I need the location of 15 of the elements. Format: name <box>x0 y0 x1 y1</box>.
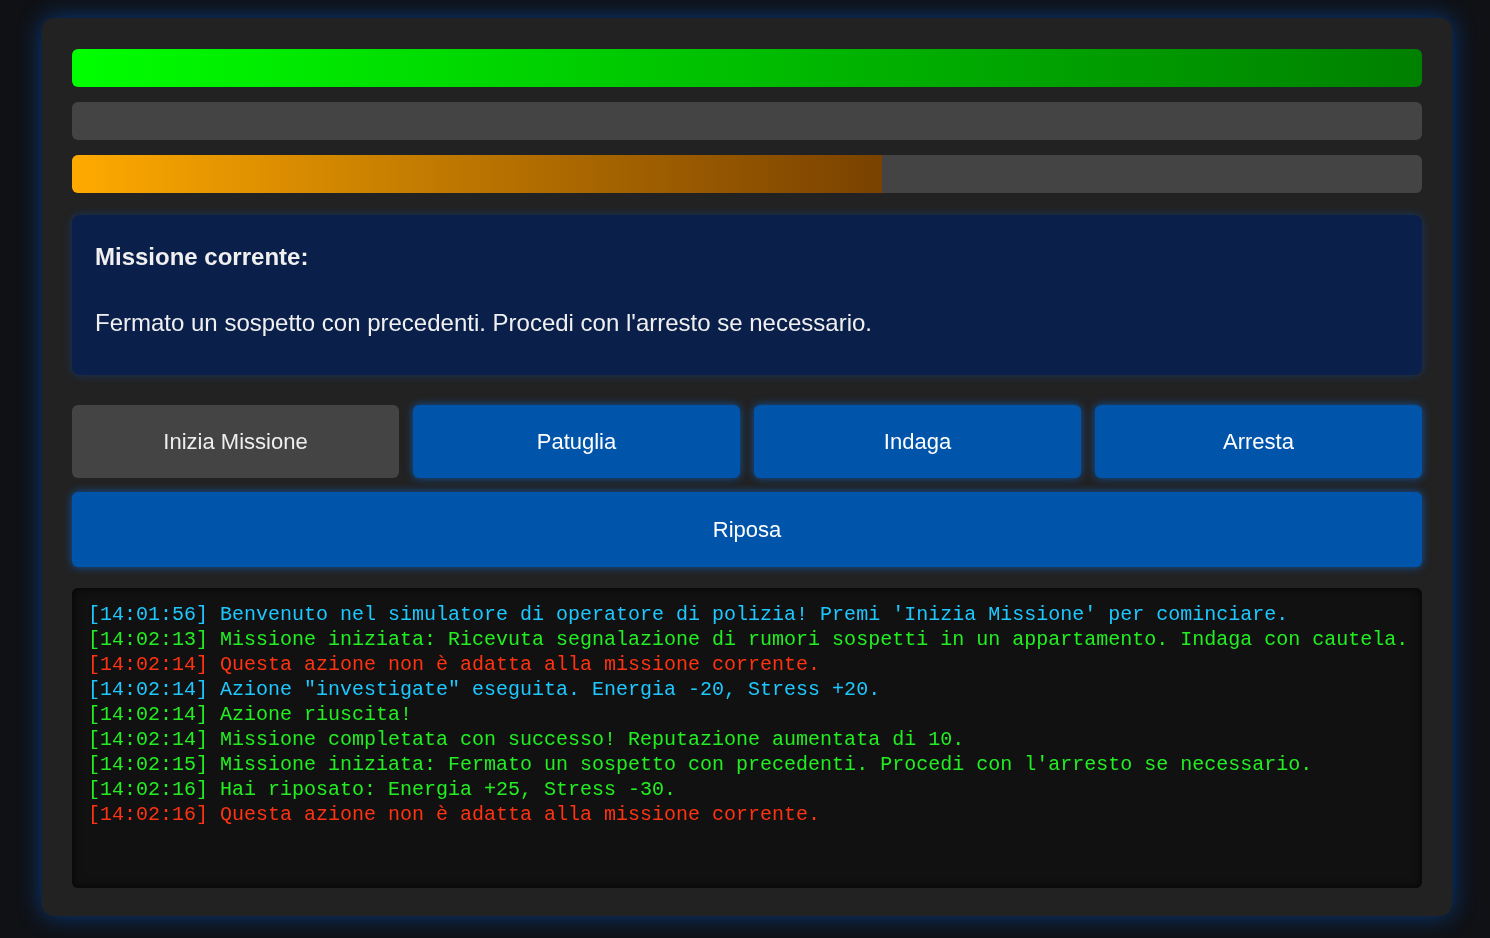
log-entry: [14:02:14] Azione "investigate" eseguita. Energia -20, Stress +20. <box>88 677 882 702</box>
log-entry: [14:02:16] Hai riposato: Energia +25, Stress -30. <box>88 777 678 802</box>
action-button[interactable]: Arresta <box>1095 405 1422 478</box>
action-button[interactable]: Indaga <box>754 405 1081 478</box>
log-entry: [14:02:13] Missione iniziata: Ricevuta segnalazione di rumori sospetti in un appartamento. Indaga con cautela. <box>88 627 1406 652</box>
log-entry: [14:02:14] Missione completata con successo! Reputazione aumentata di 10. <box>88 727 966 752</box>
rest-button[interactable]: Riposa <box>72 492 1422 567</box>
log-entry: [14:02:14] Questa azione non è adatta alla missione corrente. <box>88 652 822 677</box>
mission-heading: Missione corrente: <box>95 242 310 272</box>
mission-text: Fermato un sospetto con precedenti. Procedi con l'arresto se necessario. <box>95 308 873 338</box>
log-entry: [14:02:15] Missione iniziata: Fermato un sospetto con precedenti. Procedi con l'arresto se necessario. <box>88 752 1314 777</box>
log-entry: [14:02:16] Questa azione non è adatta alla missione corrente. <box>88 802 822 827</box>
log-entry: [14:02:14] Azione riuscita! <box>88 702 414 727</box>
log-entry: [14:01:56] Benvenuto nel simulatore di operatore di polizia! Premi 'Inizia Missione' per cominciare. <box>88 602 1290 627</box>
action-button[interactable]: Patuglia <box>413 405 740 478</box>
